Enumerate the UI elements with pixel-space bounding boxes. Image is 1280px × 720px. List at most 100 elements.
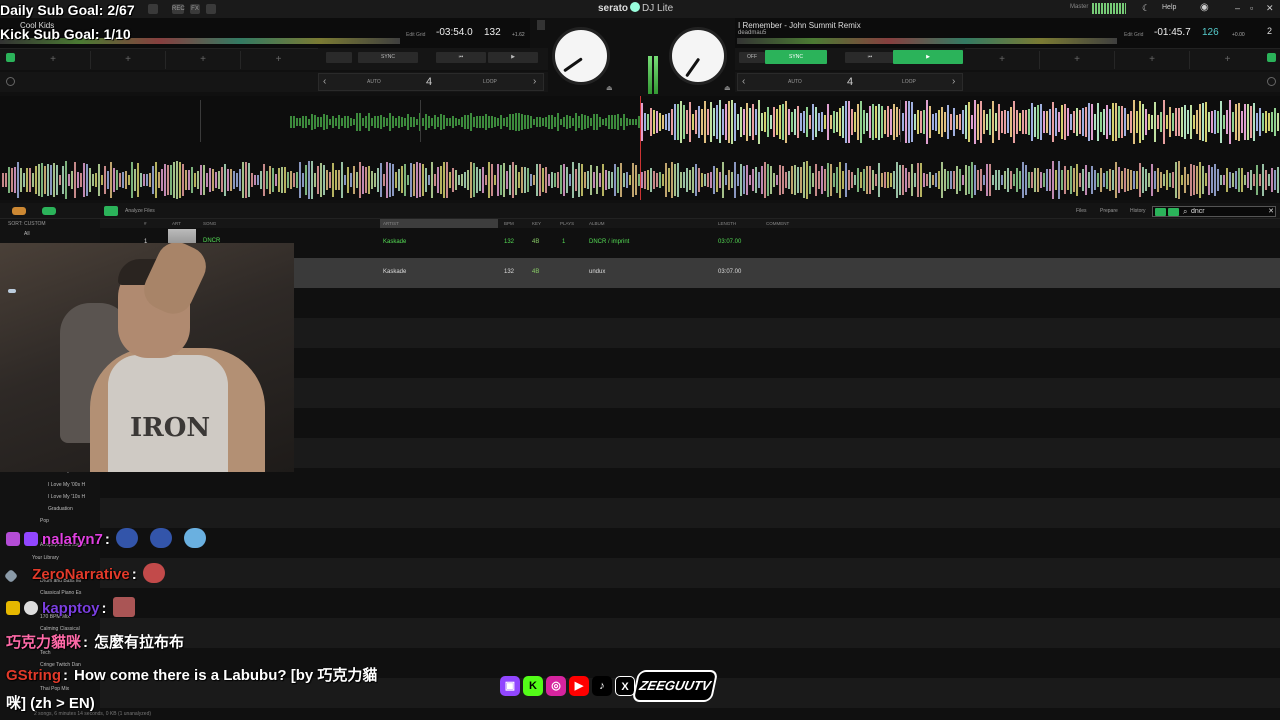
col-song[interactable]: SONG: [203, 221, 216, 226]
waveform-bar: [503, 162, 505, 198]
deck-right-loop-prev[interactable]: ‹: [742, 76, 745, 87]
eject-left-icon[interactable]: ⏏: [606, 84, 613, 92]
col-num[interactable]: #: [144, 221, 147, 226]
col-length[interactable]: LENGTH: [718, 221, 736, 226]
deck-right-edit-grid[interactable]: Edit Grid: [1124, 32, 1143, 38]
help-menu[interactable]: Help: [1162, 4, 1176, 11]
sidebar-item-your-library[interactable]: Your Library: [32, 555, 59, 561]
col-album[interactable]: ALBUM: [589, 221, 605, 226]
deck-right-fx-icon[interactable]: [1267, 77, 1276, 86]
deck-right-jog-wheel[interactable]: [669, 27, 727, 85]
deck-right-off-button[interactable]: OFF: [739, 52, 765, 63]
sidebar-item-pop[interactable]: Pop: [40, 518, 49, 524]
waveform-bar: [1058, 161, 1060, 199]
waveform-bar: [410, 116, 412, 128]
eject-right-icon[interactable]: ⏏: [724, 84, 731, 92]
waveform-bar: [1166, 170, 1168, 190]
waveform-bar: [293, 173, 295, 187]
clear-search-icon[interactable]: ✕: [1268, 207, 1274, 215]
deck-right-sync-button[interactable]: SYNC: [765, 50, 827, 64]
deck-left-off-button[interactable]: [326, 52, 352, 63]
moon-icon[interactable]: ☾: [1142, 3, 1150, 14]
col-comment[interactable]: COMMENT: [766, 221, 789, 226]
cue-pad-3[interactable]: +: [166, 51, 241, 69]
waveform-bar: [203, 164, 205, 196]
crate-add-icon[interactable]: [12, 207, 26, 215]
tab-prepare[interactable]: Prepare: [1100, 208, 1118, 214]
waveform-bar: [1196, 166, 1198, 194]
waveform-bar: [836, 111, 838, 133]
waveform-bar: [584, 115, 586, 129]
deck-left-auto-label[interactable]: AUTO: [367, 79, 381, 85]
waveform-bar: [812, 103, 814, 141]
deck-right-loop-next[interactable]: ›: [952, 76, 955, 87]
account-icon[interactable]: ◉: [1200, 2, 1209, 13]
cue-pad-r1[interactable]: +: [965, 51, 1040, 69]
search-all-icon[interactable]: [1168, 208, 1179, 216]
waveform-bar: [995, 170, 997, 190]
deck-left-fx-icon[interactable]: [6, 77, 15, 86]
waveform-bar: [725, 104, 727, 140]
deck-left-play-button[interactable]: ▶: [488, 52, 538, 63]
waveform-bar: [761, 166, 763, 194]
deck-left-sync-icon[interactable]: [537, 20, 545, 30]
sort-label[interactable]: SORT: CUSTOM: [8, 221, 46, 227]
deck-left-edit-grid[interactable]: Edit Grid: [406, 32, 425, 38]
sidebar-item-classical-piano[interactable]: Classical Piano Es: [40, 590, 81, 596]
deck-right-play-button[interactable]: ▶: [893, 50, 963, 64]
record-icon[interactable]: [148, 4, 158, 14]
deck-left-cue-button[interactable]: ⏮: [436, 52, 486, 63]
deck-left-sync-button[interactable]: SYNC: [358, 52, 418, 63]
waveform-bar: [575, 113, 577, 131]
waveform-bar: [512, 161, 514, 199]
waveform-bar: [917, 109, 919, 135]
waveform-bar: [740, 106, 742, 138]
analyze-files-button[interactable]: Analyze Files: [125, 208, 155, 214]
waveform-bar: [899, 164, 901, 196]
waveform-bar: [755, 109, 757, 135]
cue-pad-4[interactable]: +: [241, 51, 316, 69]
cue-mode-icon-right[interactable]: [1267, 53, 1276, 62]
col-key[interactable]: KEY: [532, 221, 541, 226]
deck-left-jog-wheel[interactable]: [552, 27, 610, 85]
deck-right-overview[interactable]: [737, 38, 1117, 44]
waveform-display[interactable]: [0, 96, 1280, 200]
maximize-button[interactable]: ▫: [1250, 3, 1253, 13]
cue-pad-r2[interactable]: +: [1040, 51, 1115, 69]
library-view-icon[interactable]: [104, 206, 118, 216]
deck-right-loop-label[interactable]: LOOP: [902, 79, 916, 85]
col-bpm[interactable]: BPM: [504, 221, 514, 226]
cue-pad-r3[interactable]: +: [1115, 51, 1190, 69]
sidebar-item-10s[interactable]: I Love My '10s H: [48, 494, 85, 500]
sidebar-item-00s[interactable]: I Love My '00s H: [48, 482, 85, 488]
close-button[interactable]: ✕: [1266, 3, 1274, 14]
top-icon-rec[interactable]: REC: [172, 4, 185, 14]
cue-mode-icon[interactable]: [6, 53, 15, 62]
sidebar-item-graduation[interactable]: Graduation: [48, 506, 73, 512]
cue-pad-r4[interactable]: +: [1190, 51, 1265, 69]
col-plays[interactable]: PLAYS: [560, 221, 574, 226]
deck-right-cue-button[interactable]: ⏮: [845, 52, 895, 63]
cue-pad-2[interactable]: +: [91, 51, 166, 69]
deck-left-loop-next[interactable]: ›: [533, 76, 536, 87]
smart-crate-icon[interactable]: [42, 207, 56, 215]
expand-icon[interactable]: [206, 4, 216, 14]
col-artist[interactable]: ARTIST: [383, 221, 399, 226]
tab-history[interactable]: History: [1130, 208, 1146, 214]
waveform-bar: [527, 115, 529, 129]
waveform-bar: [971, 114, 973, 130]
sidebar-item-all[interactable]: All: [24, 231, 30, 237]
waveform-bar: [341, 118, 343, 126]
waveform-bar: [278, 168, 280, 192]
tab-files[interactable]: Files: [1076, 208, 1087, 214]
cue-pad-1[interactable]: +: [16, 51, 91, 69]
minimize-button[interactable]: –: [1235, 3, 1240, 13]
col-art[interactable]: ART: [172, 221, 181, 226]
deck-right-auto-label[interactable]: AUTO: [788, 79, 802, 85]
waveform-bar: [668, 113, 670, 131]
top-icon-fx[interactable]: FX: [190, 4, 200, 14]
deck-left-loop-prev[interactable]: ‹: [323, 76, 326, 87]
search-filter-icon[interactable]: [1155, 208, 1166, 216]
search-input[interactable]: [1191, 207, 1261, 216]
deck-left-loop-label[interactable]: LOOP: [483, 79, 497, 85]
